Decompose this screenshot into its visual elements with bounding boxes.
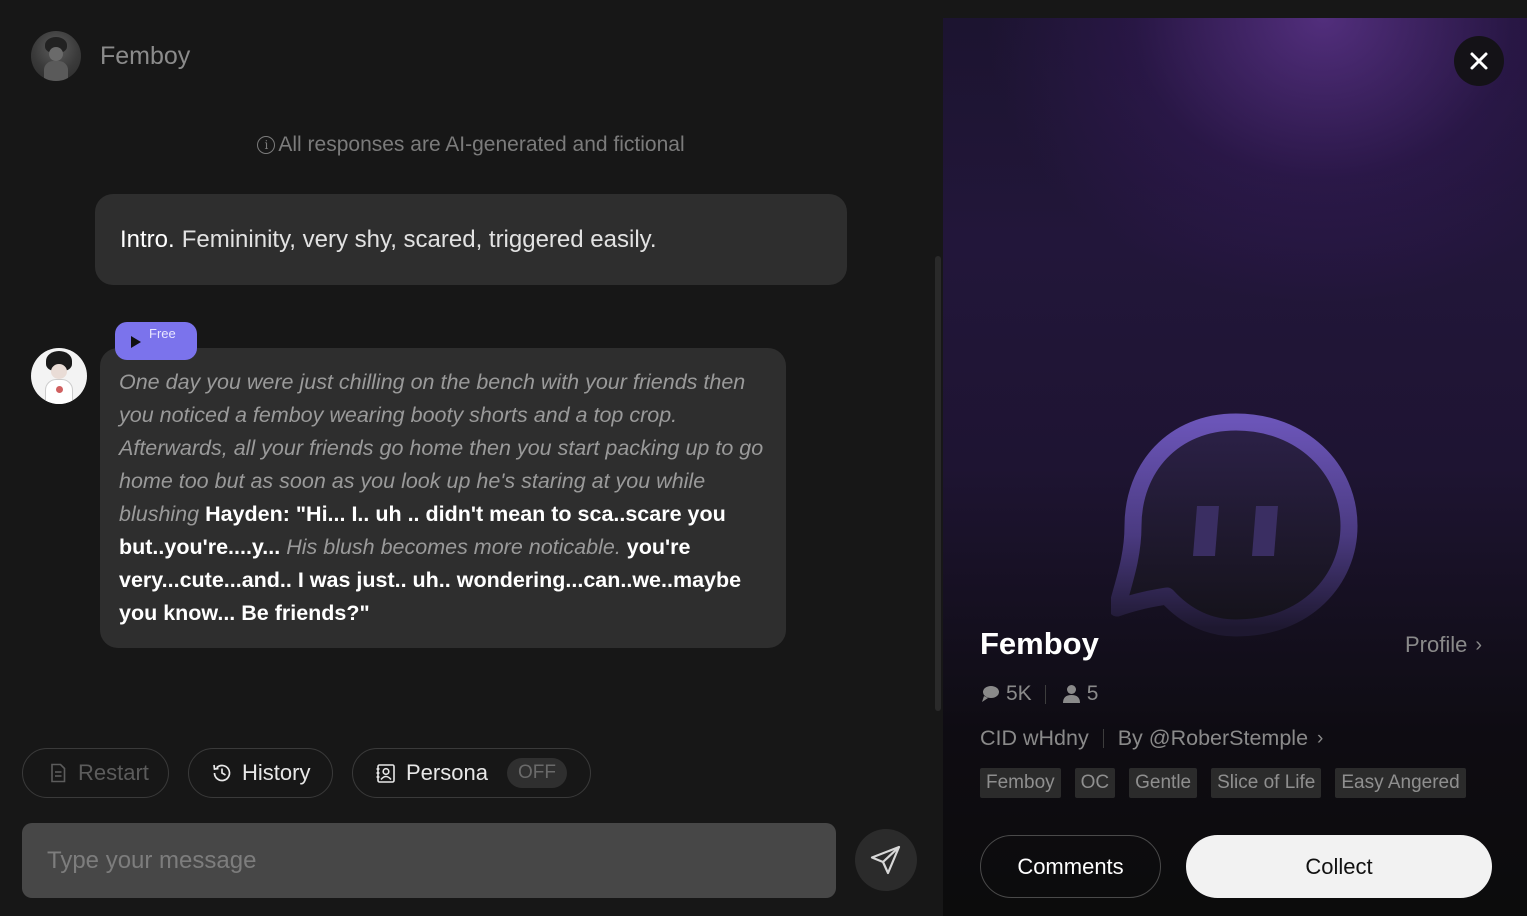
character-panel: Femboy Profile › 5K 5 CID wHdny By @Robe…: [943, 18, 1527, 916]
chat-count: 5K: [1006, 682, 1032, 705]
close-icon: [1470, 52, 1488, 70]
chat-scrollbar[interactable]: [935, 256, 941, 711]
intro-bubble: Intro. Femininity, very shy, scared, tri…: [95, 194, 847, 285]
free-badge-label: Free: [149, 326, 176, 341]
send-button[interactable]: [855, 829, 917, 891]
character-meta: CID wHdny By @RoberStemple ›: [980, 726, 1323, 751]
close-button[interactable]: [1454, 36, 1504, 86]
restart-icon: [51, 763, 66, 783]
restart-label: Restart: [78, 760, 149, 785]
chat-bubble-icon: [982, 686, 999, 702]
chat-header: Femboy: [31, 31, 190, 81]
history-icon: [213, 764, 231, 782]
bot-message-bubble: One day you were just chilling on the be…: [100, 348, 786, 648]
character-name: Femboy: [980, 626, 1099, 661]
intro-label: Intro.: [120, 225, 175, 253]
persona-button[interactable]: Persona OFF: [352, 748, 591, 798]
ghost-logo-icon: [1111, 413, 1358, 637]
profile-link[interactable]: Profile ›: [1405, 632, 1482, 658]
persona-label: Persona: [406, 760, 488, 785]
chat-action-row: Restart History Persona OFF: [22, 748, 591, 798]
comments-button[interactable]: Comments: [980, 835, 1161, 898]
history-button[interactable]: History: [188, 748, 333, 798]
message-input[interactable]: [22, 823, 836, 898]
tag[interactable]: Gentle: [1129, 768, 1198, 798]
free-audio-badge[interactable]: Free: [115, 322, 197, 360]
author-link[interactable]: By @RoberStemple: [1118, 726, 1308, 751]
persona-toggle[interactable]: OFF: [506, 758, 567, 788]
message-action-text: His blush becomes more noticable.: [286, 535, 621, 559]
chevron-right-icon: ›: [1475, 633, 1483, 656]
ai-disclaimer: i All responses are AI-generated and fic…: [0, 133, 942, 157]
tag[interactable]: Easy Angered: [1335, 768, 1466, 798]
profile-link-label: Profile: [1405, 632, 1468, 657]
user-count: 5: [1086, 682, 1099, 705]
restart-button[interactable]: Restart: [22, 748, 169, 798]
user-icon: [1062, 685, 1080, 703]
chat-area: Femboy i All responses are AI-generated …: [0, 0, 942, 916]
tag[interactable]: Slice of Life: [1211, 768, 1322, 798]
header-character-name: Femboy: [100, 41, 191, 70]
tag[interactable]: Femboy: [980, 768, 1061, 798]
chevron-right-icon: ›: [1317, 727, 1324, 749]
intro-text: Femininity, very shy, scared, triggered …: [181, 225, 657, 253]
history-label: History: [242, 760, 311, 785]
bot-avatar[interactable]: [31, 348, 87, 404]
tag[interactable]: OC: [1074, 768, 1116, 798]
character-cid: CID wHdny: [980, 726, 1089, 750]
tag-list: Femboy OC Gentle Slice of Life Easy Ange…: [980, 768, 1480, 798]
disclaimer-text: All responses are AI-generated and ficti…: [278, 133, 685, 156]
header-avatar[interactable]: [31, 31, 81, 81]
collect-button[interactable]: Collect: [1186, 835, 1492, 898]
character-stats: 5K 5: [980, 682, 1098, 706]
persona-icon: [376, 764, 395, 783]
send-icon: [870, 845, 901, 875]
play-icon: [131, 336, 141, 348]
info-icon: i: [257, 136, 276, 154]
